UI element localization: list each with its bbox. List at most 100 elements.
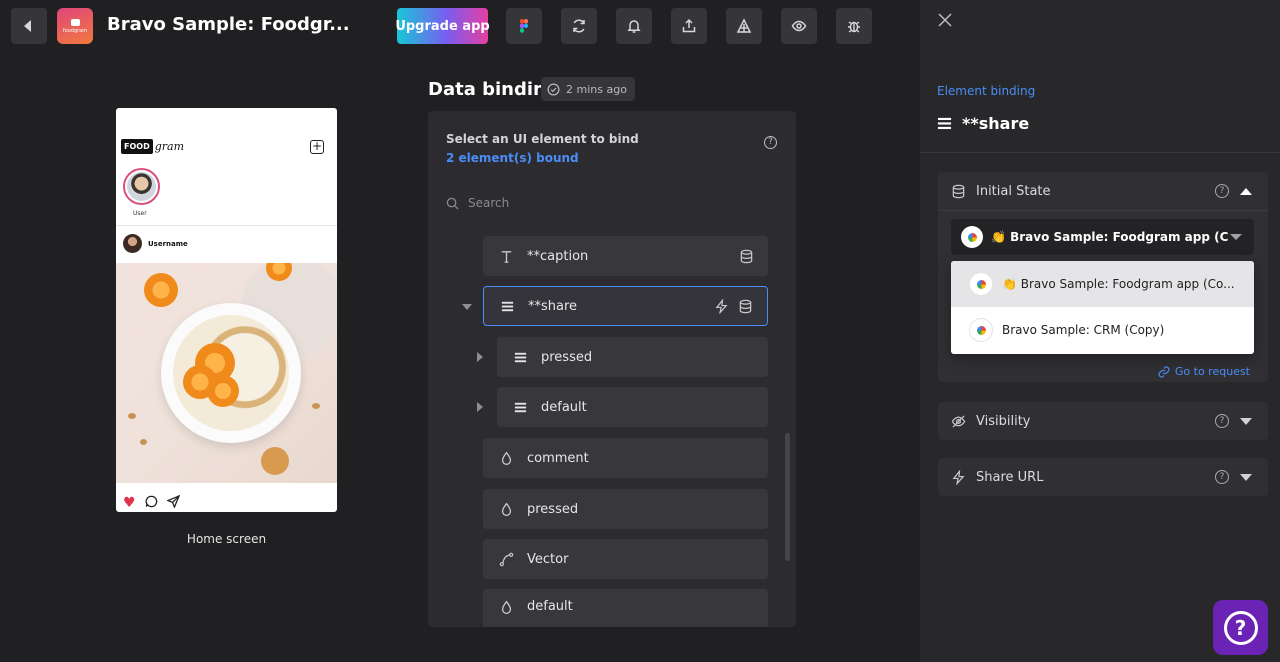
tree-item-default[interactable]: default (483, 589, 768, 627)
tree-item-caption[interactable]: **caption (483, 236, 768, 276)
share-url-section: Share URL ? (938, 458, 1268, 496)
deploy-icon (736, 18, 752, 33)
refresh-button[interactable] (561, 8, 597, 44)
database-icon (740, 249, 753, 263)
lightning-icon (951, 469, 966, 485)
go-to-request-link[interactable]: Go to request (1158, 365, 1250, 378)
drop-icon (498, 450, 514, 466)
text-icon (498, 248, 514, 264)
help-icon[interactable]: ? (764, 136, 777, 149)
expand-icon[interactable] (1240, 417, 1252, 425)
list-icon (512, 349, 528, 365)
bound-count: 2 element(s) bound (446, 151, 579, 165)
element-tree-panel: Select an UI element to bind 2 element(s… (428, 111, 796, 627)
post-actions: ♥ (123, 493, 181, 512)
username-label: Username (148, 240, 188, 248)
export-button[interactable] (671, 8, 707, 44)
go-to-request-label: Go to request (1174, 365, 1250, 378)
tree-item-label: Vector (527, 551, 569, 567)
tree-item-label: **caption (527, 248, 589, 264)
expand-caret[interactable] (477, 352, 483, 362)
dropdown-option[interactable]: Bravo Sample: CRM (Copy) (951, 307, 1254, 353)
upgrade-app-button[interactable]: Upgrade app (395, 8, 490, 44)
tree-item-vector[interactable]: Vector (483, 539, 768, 579)
visibility-section: Visibility ? (938, 402, 1268, 440)
foodgram-logo: FOOD gram (121, 139, 184, 154)
tree-item-comment[interactable]: comment (483, 438, 768, 478)
tree-item-share[interactable]: **share (483, 286, 768, 326)
tree-item-label: pressed (527, 501, 579, 517)
search-input[interactable]: Search (446, 196, 509, 210)
api-icon (970, 319, 992, 341)
panel-title: **share (937, 114, 1029, 133)
chevron-down-icon (1230, 234, 1242, 240)
refresh-icon (573, 19, 585, 33)
debug-button[interactable] (836, 8, 872, 44)
notifications-button[interactable] (616, 8, 652, 44)
app-logo: foodgram (57, 8, 93, 44)
vector-icon (498, 551, 514, 567)
heart-icon: ♥ (123, 494, 136, 511)
option-label: Bravo Sample: CRM (Copy) (1002, 323, 1165, 337)
tree-item-pressed[interactable]: pressed (497, 337, 768, 377)
expand-caret[interactable] (477, 402, 483, 412)
saved-status: 2 mins ago (541, 77, 635, 101)
api-icon (970, 273, 992, 295)
bug-icon (848, 21, 860, 33)
figma-icon (520, 19, 528, 33)
collapse-caret[interactable] (462, 304, 472, 310)
expand-icon[interactable] (1240, 473, 1252, 481)
help-button[interactable]: ? (1213, 600, 1268, 655)
bell-icon (627, 20, 641, 33)
close-icon[interactable] (936, 11, 954, 29)
database-icon (739, 299, 752, 313)
panel-title-text: **share (962, 114, 1030, 133)
select-prompt: Select an UI element to bind (446, 132, 639, 146)
api-icon (961, 226, 983, 248)
send-icon (166, 493, 181, 512)
app-title: Bravo Sample: Foodgr... (107, 14, 350, 35)
deploy-button[interactable] (726, 8, 762, 44)
share-icon (682, 18, 696, 33)
eye-off-icon (951, 414, 966, 429)
visibility-header[interactable]: Visibility ? (938, 402, 1268, 440)
drop-icon (498, 599, 514, 615)
search-placeholder: Search (468, 196, 510, 210)
back-button[interactable] (11, 8, 47, 44)
selected-request: 👏 Bravo Sample: Foodgram app (C (991, 230, 1229, 244)
help-icon[interactable]: ? (1215, 414, 1229, 428)
search-icon (446, 197, 459, 210)
link-icon (1158, 365, 1170, 378)
collapse-icon[interactable] (1240, 187, 1252, 195)
figma-button[interactable] (506, 8, 542, 44)
scrollbar[interactable] (785, 433, 790, 561)
screen-preview[interactable]: FOOD gram + User Username ♥ (116, 108, 337, 512)
option-label: 👏 Bravo Sample: Foodgram app (Co... (1002, 277, 1235, 291)
story-label: User (133, 210, 147, 217)
share-url-header[interactable]: Share URL ? (938, 458, 1268, 496)
divider (116, 225, 337, 226)
binding-panel: Element binding **share Initial State ? … (920, 0, 1280, 662)
add-post-icon: + (310, 139, 324, 154)
request-select[interactable]: 👏 Bravo Sample: Foodgram app (C (951, 219, 1254, 255)
help-icon[interactable]: ? (1215, 184, 1229, 198)
avatar (123, 234, 142, 253)
list-icon (499, 298, 515, 314)
list-icon (937, 117, 952, 130)
dropdown-option[interactable]: 👏 Bravo Sample: Foodgram app (Co... (951, 261, 1254, 307)
screen-label: Home screen (186, 532, 267, 546)
tree-item-default[interactable]: default (497, 387, 768, 427)
saved-time: 2 mins ago (566, 82, 627, 96)
post-photo (116, 263, 337, 483)
question-icon: ? (1223, 610, 1258, 645)
panel-eyebrow: Element binding (937, 84, 1036, 98)
help-icon[interactable]: ? (1215, 470, 1229, 484)
tree-item-label: **share (528, 298, 578, 314)
check-circle-icon (547, 83, 560, 95)
preview-button[interactable] (781, 8, 817, 44)
tree-item-pressed[interactable]: pressed (483, 489, 768, 529)
tree-item-label: default (541, 399, 587, 415)
initial-state-header[interactable]: Initial State ? (938, 172, 1268, 210)
logo-gram: gram (154, 140, 185, 153)
request-dropdown: 👏 Bravo Sample: Foodgram app (Co... Brav… (951, 261, 1254, 354)
